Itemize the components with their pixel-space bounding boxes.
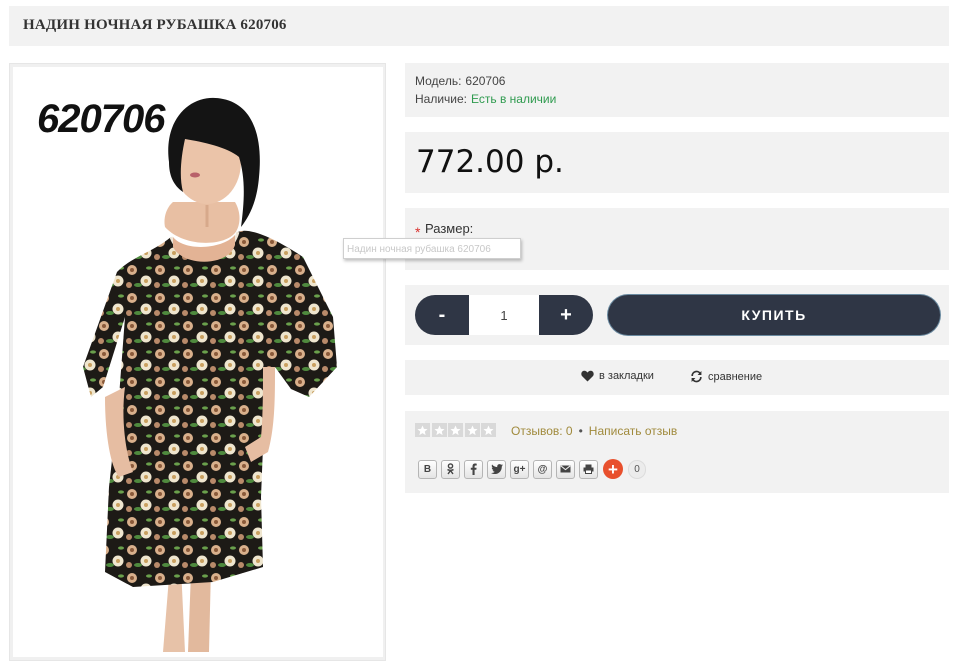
heart-icon xyxy=(581,370,594,382)
product-title: НАДИН НОЧНАЯ РУБАШКА 620706 xyxy=(23,17,287,33)
quantity-increase-button[interactable]: + xyxy=(539,295,593,335)
print-button[interactable] xyxy=(579,459,598,479)
size-label: Размер: xyxy=(425,221,474,236)
wishlist-label: в закладки xyxy=(599,370,654,382)
availability-value: Есть в наличии xyxy=(471,92,557,106)
image-title-tooltip: Надин ночная рубашка 620706 xyxy=(343,238,521,259)
envelope-icon xyxy=(560,465,571,473)
star-icon xyxy=(415,423,430,437)
star-icon xyxy=(431,423,447,437)
odnoklassniki-share-button[interactable] xyxy=(441,459,460,479)
email-share-button[interactable] xyxy=(556,459,575,479)
wishlist-compare-panel: в закладки сравнение xyxy=(405,360,949,395)
price-panel: 772.00 р. xyxy=(405,132,949,193)
more-share-plus-icon[interactable]: + xyxy=(603,459,623,479)
facebook-share-button[interactable] xyxy=(464,459,483,479)
twitter-share-button[interactable] xyxy=(487,459,506,479)
product-title-bar: НАДИН НОЧНАЯ РУБАШКА 620706 xyxy=(9,6,949,46)
odnoklassniki-icon xyxy=(447,463,454,475)
product-image-frame[interactable]: 620706 xyxy=(9,63,386,661)
separator-dot: • xyxy=(578,424,583,438)
star-icon xyxy=(481,423,496,437)
availability-label: Наличие: xyxy=(415,92,468,106)
model-line: Модель: 620706 xyxy=(415,74,505,88)
availability-line: Наличие: Есть в наличии xyxy=(415,92,556,106)
quantity-input[interactable] xyxy=(469,295,539,335)
product-image-code: 620706 xyxy=(37,97,165,141)
google-plus-share-button[interactable]: g+ xyxy=(510,459,529,479)
model-label: Модель: xyxy=(415,74,462,88)
rating-stars xyxy=(415,423,498,437)
model-value: 620706 xyxy=(465,74,506,88)
woman-in-floral-dress-illustration xyxy=(83,97,337,652)
write-review-link[interactable]: Написать отзыв xyxy=(589,424,677,438)
reviews-share-panel: Отзывов: 0 • Написать отзыв В g+ @ + 0 xyxy=(405,411,949,493)
reviews-count-link[interactable]: Отзывов: 0 xyxy=(511,424,573,438)
quantity-decrease-button[interactable]: - xyxy=(415,295,469,335)
add-to-wishlist-link[interactable]: в закладки xyxy=(581,370,654,382)
add-to-compare-link[interactable]: сравнение xyxy=(690,370,762,383)
buy-button[interactable]: КУПИТЬ xyxy=(608,295,940,335)
vk-share-button[interactable]: В xyxy=(418,459,437,479)
star-icon xyxy=(464,423,480,437)
share-buttons: В g+ @ + 0 xyxy=(418,459,646,479)
product-info-panel: Модель: 620706 Наличие: Есть в наличии xyxy=(405,63,949,117)
share-count: 0 xyxy=(628,459,646,479)
mail-ru-share-button[interactable]: @ xyxy=(533,459,552,479)
product-image[interactable]: 620706 xyxy=(13,67,383,657)
star-icon xyxy=(448,423,463,437)
product-price: 772.00 р. xyxy=(416,144,564,180)
compare-label: сравнение xyxy=(708,370,763,383)
printer-icon xyxy=(583,464,594,474)
add-to-cart-panel: - + КУПИТЬ xyxy=(405,285,949,345)
twitter-icon xyxy=(490,464,503,474)
facebook-icon xyxy=(470,463,477,475)
review-links: Отзывов: 0 • Написать отзыв xyxy=(511,424,677,438)
refresh-icon xyxy=(691,370,702,383)
